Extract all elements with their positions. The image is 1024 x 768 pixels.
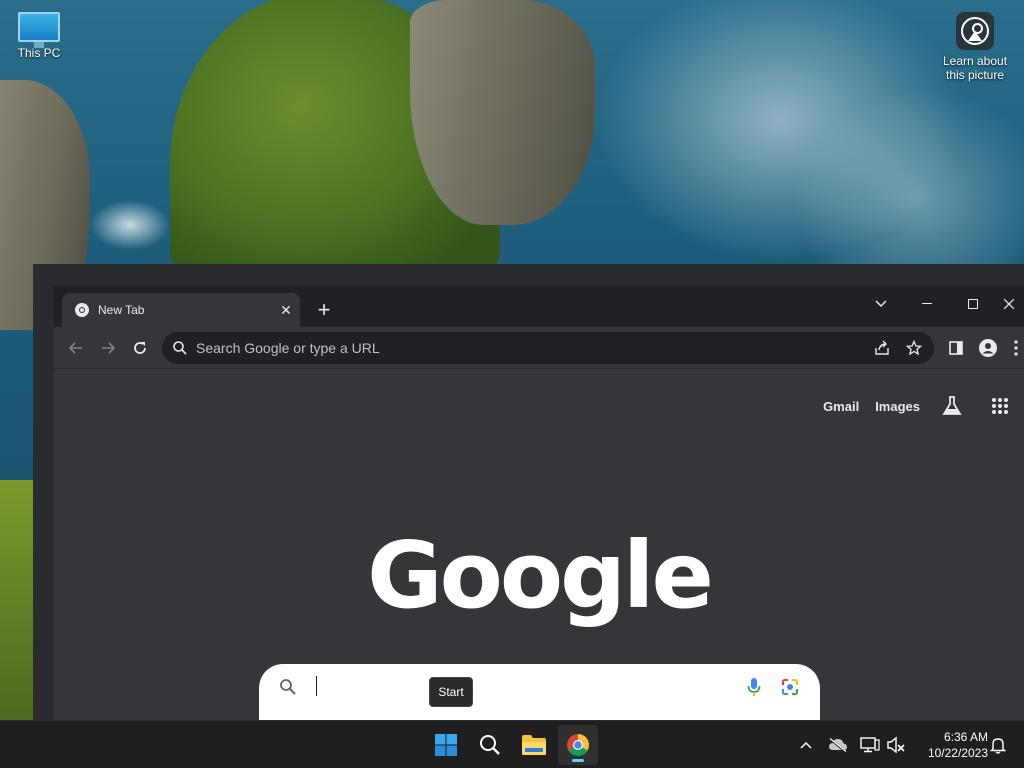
lens-search-button[interactable] bbox=[776, 673, 804, 701]
bookmark-button[interactable] bbox=[902, 336, 926, 360]
forward-button[interactable] bbox=[96, 336, 120, 360]
address-input[interactable] bbox=[196, 340, 870, 356]
network-icon bbox=[860, 737, 880, 753]
wallpaper-foam bbox=[90, 200, 170, 250]
apps-grid-icon bbox=[992, 398, 1008, 414]
chevron-down-icon bbox=[875, 300, 887, 308]
side-panel-icon bbox=[949, 341, 963, 355]
wallpaper-cliff-rock bbox=[410, 0, 595, 225]
chrome-window: New Tab ✕ + Search Google or type a URL … bbox=[54, 286, 1024, 720]
arrow-right-icon bbox=[102, 342, 116, 354]
new-tab-button[interactable]: + bbox=[312, 297, 336, 322]
folder-icon bbox=[522, 735, 546, 755]
chrome-taskbar-button[interactable] bbox=[558, 725, 598, 765]
text-caret bbox=[316, 676, 317, 696]
side-panel-button[interactable] bbox=[944, 336, 968, 360]
google-logo: Google bbox=[367, 522, 714, 629]
file-explorer-button[interactable] bbox=[514, 725, 554, 765]
profile-button[interactable] bbox=[976, 336, 1000, 360]
start-tooltip: Start bbox=[429, 677, 473, 707]
chevron-up-icon bbox=[800, 741, 812, 749]
show-hidden-icons-button[interactable] bbox=[794, 733, 818, 757]
clock-date: 10/22/2023 bbox=[927, 746, 988, 760]
browser-toolbar bbox=[54, 327, 1024, 369]
gmail-link[interactable]: Gmail bbox=[815, 399, 867, 414]
arrow-left-icon bbox=[68, 342, 82, 354]
voice-search-button[interactable] bbox=[740, 673, 768, 701]
tab-strip: New Tab ✕ + bbox=[54, 286, 1024, 327]
taskbar: 6:36 AM 10/22/2023 bbox=[0, 720, 1024, 768]
start-button[interactable] bbox=[426, 725, 466, 765]
images-link[interactable]: Images bbox=[867, 399, 928, 414]
bell-icon bbox=[990, 738, 1006, 754]
close-icon bbox=[1004, 299, 1014, 309]
google-apps-button[interactable] bbox=[976, 391, 1024, 421]
minimize-button[interactable] bbox=[904, 290, 950, 318]
active-indicator bbox=[572, 759, 584, 762]
microphone-icon bbox=[747, 678, 761, 696]
cloud-offline-icon bbox=[829, 738, 847, 753]
learn-picture-icon bbox=[956, 12, 994, 50]
volume-muted-icon bbox=[887, 736, 905, 754]
volume-button[interactable] bbox=[884, 733, 908, 757]
chrome-icon bbox=[75, 303, 89, 317]
ntp-search-input[interactable] bbox=[311, 675, 740, 699]
star-icon bbox=[906, 340, 922, 356]
chrome-icon bbox=[567, 734, 589, 756]
ntp-search-box[interactable] bbox=[259, 664, 820, 720]
tab-title: New Tab bbox=[98, 303, 145, 317]
windows-logo-icon bbox=[435, 734, 457, 756]
desktop-icon-label: Learn about this picture bbox=[942, 54, 1008, 82]
reload-icon bbox=[134, 342, 146, 354]
share-button[interactable] bbox=[870, 336, 894, 360]
clock[interactable]: 6:36 AM 10/22/2023 bbox=[912, 729, 988, 761]
search-icon bbox=[173, 341, 187, 355]
flask-icon bbox=[942, 396, 962, 415]
chrome-menu-button[interactable] bbox=[1008, 336, 1024, 360]
taskbar-search-button[interactable] bbox=[470, 725, 510, 765]
tab-close-button[interactable]: ✕ bbox=[276, 300, 296, 320]
close-window-button[interactable] bbox=[994, 290, 1024, 318]
reload-button[interactable] bbox=[128, 336, 152, 360]
minimize-icon bbox=[922, 303, 932, 304]
desktop-icon-this-pc[interactable]: This PC bbox=[4, 12, 74, 60]
desktop-icon-learn-about-picture[interactable]: Learn about this picture bbox=[940, 12, 1010, 82]
camera-lens-icon bbox=[782, 679, 798, 695]
kebab-menu-icon bbox=[1014, 340, 1018, 356]
address-bar[interactable] bbox=[162, 332, 934, 364]
desktop-icon-label: This PC bbox=[17, 46, 61, 60]
search-icon bbox=[280, 679, 296, 695]
tab-new-tab[interactable]: New Tab ✕ bbox=[62, 293, 300, 327]
clock-time: 6:36 AM bbox=[943, 730, 988, 744]
notifications-button[interactable] bbox=[986, 733, 1010, 757]
share-icon bbox=[875, 340, 889, 355]
search-icon bbox=[480, 735, 500, 755]
ntp-header-links: Gmail Images bbox=[815, 391, 1024, 421]
profile-icon bbox=[979, 339, 997, 357]
maximize-icon bbox=[968, 299, 978, 309]
network-button[interactable] bbox=[858, 733, 882, 757]
maximize-button[interactable] bbox=[950, 290, 996, 318]
onedrive-button[interactable] bbox=[826, 733, 850, 757]
labs-button[interactable] bbox=[928, 391, 976, 421]
monitor-icon bbox=[18, 12, 60, 48]
tab-search-button[interactable] bbox=[858, 290, 904, 318]
back-button[interactable] bbox=[64, 336, 88, 360]
